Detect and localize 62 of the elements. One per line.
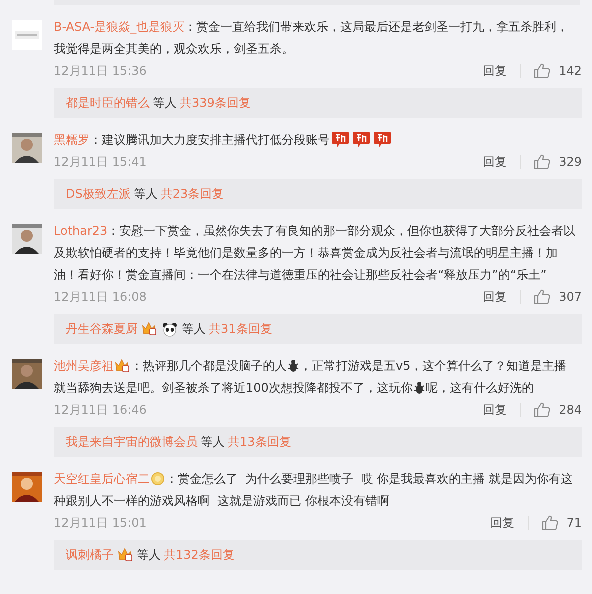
- reply-link[interactable]: 回复: [483, 288, 508, 306]
- thumbs-up-icon[interactable]: [534, 154, 552, 170]
- reply-count-link[interactable]: 共23条回复: [160, 186, 224, 202]
- bug-emoji-icon: [288, 359, 299, 373]
- username-link[interactable]: 黑糯罗: [54, 129, 90, 151]
- sticker-emoji-icon: [373, 131, 392, 149]
- comment-text: ：热评那几个都是没脑子的人: [131, 358, 287, 375]
- thumbs-up-icon[interactable]: [534, 402, 552, 418]
- username-link[interactable]: 池州吴彦祖: [54, 355, 114, 377]
- sticker-emoji-icon: [331, 131, 350, 149]
- replier-name-link[interactable]: 讽刺橘子: [66, 546, 114, 564]
- sticker-emoji-icon: [352, 131, 371, 149]
- comment-text: 我觉得是两全其美的，观众欢乐，剑圣五杀。: [54, 41, 294, 58]
- replier-name-link[interactable]: 都是时臣的错么: [66, 94, 150, 112]
- thumbs-up-icon[interactable]: [542, 515, 559, 531]
- reply-others-text: 等人: [182, 320, 206, 338]
- comment-date: 12月11日 15:36: [54, 62, 147, 80]
- username-link[interactable]: Lothar23: [54, 220, 108, 242]
- reply-others-text: 等人: [153, 94, 177, 112]
- comment-text: ：赏金怎么了 为什么要理那些喷子 哎 你是我最喜欢的主播 就是因为你有这: [166, 471, 573, 488]
- like-count: 142: [559, 64, 582, 78]
- comment-text: ：赏金一直给我们带来欢乐，这局最后还是老剑圣一打九，拿五杀胜利，: [184, 19, 569, 36]
- replier-name-link[interactable]: DS极致左派: [66, 186, 131, 202]
- bug-emoji-icon: [414, 381, 425, 395]
- replier-name-link[interactable]: 我是来自宇宙的微博会员: [66, 434, 198, 450]
- like-count: 307: [559, 290, 582, 304]
- reply-link[interactable]: 回复: [483, 62, 508, 80]
- comment-date: 12月11日 15:41: [54, 154, 147, 170]
- comment-date: 12月11日 15:01: [54, 514, 147, 532]
- comment-text: ，正常打游戏是五v5，这个算什么了？知道是主播: [300, 358, 567, 375]
- comment-text: 油！看好你！赏金直播间：一个在法律与道德重压的社会让那些反社会者“释放压力”的“乐土”: [54, 267, 547, 284]
- reply-count-link[interactable]: 共132条回复: [164, 546, 235, 564]
- like-count: 284: [559, 403, 582, 417]
- crown-badge-icon: [115, 359, 130, 373]
- medal-badge-icon: [151, 472, 165, 486]
- thumbs-up-icon[interactable]: [534, 289, 552, 305]
- reply-count-link[interactable]: 共31条回复: [209, 320, 272, 338]
- comment-text: 种跟别人不一样的游戏风格啊 这就是游戏而已 你根本没有错啊: [54, 493, 390, 510]
- comment-text: 就当舔狗去送是吧。剑圣被杀了将近100次想投降都投不了，这玩你: [54, 380, 413, 397]
- thumbs-up-icon[interactable]: [534, 63, 552, 79]
- comment-text: 呢，这有什么好洗的: [426, 380, 534, 397]
- reply-others-text: 等人: [134, 186, 158, 202]
- like-count: 71: [566, 516, 582, 530]
- replier-name-link[interactable]: 丹生谷森夏厨: [66, 320, 138, 338]
- comment-text: 及欺软怕硬者的支持！毕竟他们是数量多的一方！恭喜赏金成为反社会者与流氓的明星主播！加: [54, 245, 558, 262]
- like-count: 329: [559, 155, 582, 169]
- reply-others-text: 等人: [201, 434, 225, 450]
- reply-link[interactable]: 回复: [483, 154, 508, 170]
- crown-badge-icon: [142, 322, 157, 336]
- panda-emoji-icon: [162, 322, 178, 336]
- crown-badge-icon: [118, 548, 133, 562]
- reply-link[interactable]: 回复: [490, 514, 515, 532]
- comment-text: ：建议腾讯加大力度安排主播代打低分段账号: [90, 132, 330, 149]
- comment-date: 12月11日 16:08: [54, 288, 147, 306]
- comment-date: 12月11日 16:46: [54, 402, 147, 418]
- comment-text: ：安慰一下赏金，虽然你失去了有良知的那一部分观众，但你也获得了大部分反社会者以: [108, 223, 576, 240]
- reply-count-link[interactable]: 共13条回复: [228, 434, 292, 450]
- username-link[interactable]: 天空红皇后心宿二: [54, 468, 150, 490]
- reply-link[interactable]: 回复: [483, 402, 508, 418]
- reply-count-link[interactable]: 共339条回复: [180, 94, 251, 112]
- reply-others-text: 等人: [137, 546, 161, 564]
- username-link[interactable]: B-ASA-是狼焱_也是狼灭: [54, 16, 185, 38]
